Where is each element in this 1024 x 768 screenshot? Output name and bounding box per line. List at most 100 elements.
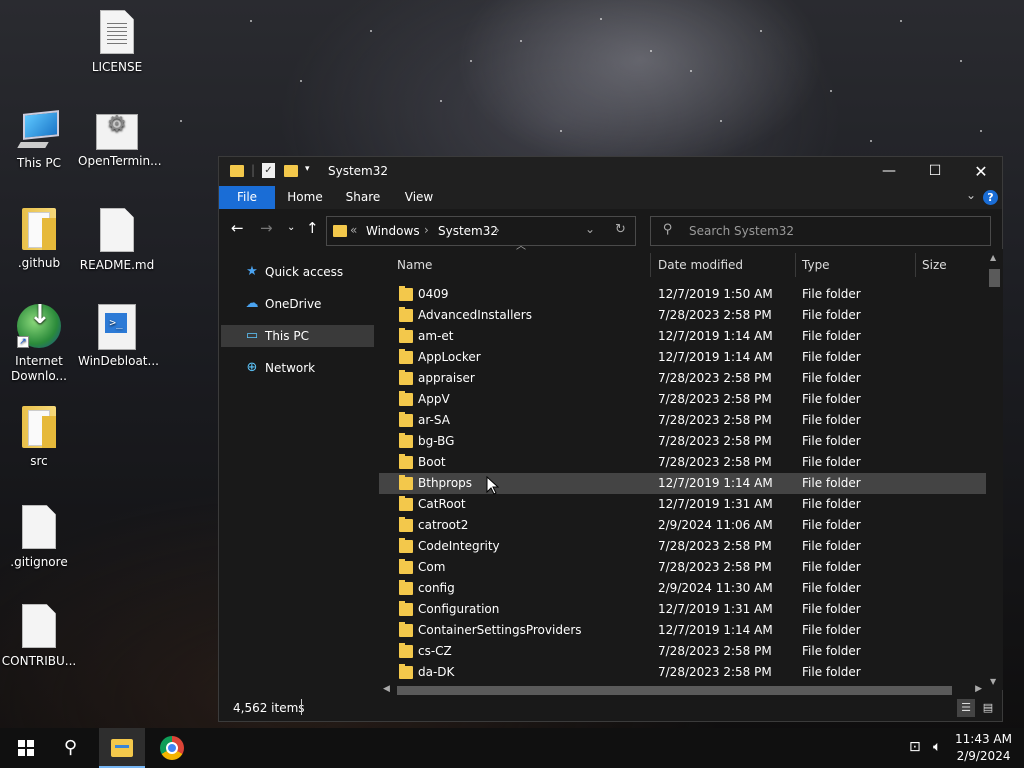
nav-item-network[interactable]: ⊕ Network — [221, 357, 374, 379]
column-divider[interactable] — [795, 253, 796, 277]
desktop-icon-license[interactable]: LICENSE — [78, 8, 156, 75]
column-divider[interactable] — [915, 253, 916, 277]
folder-icon — [22, 208, 56, 250]
address-bar[interactable]: « Windows › System32 › ⌄ ↻ — [326, 216, 636, 246]
table-row[interactable]: AppV 7/28/2023 2:58 PM File folder — [379, 389, 987, 410]
chevron-right-icon[interactable]: › — [495, 223, 500, 237]
taskbar-file-explorer[interactable] — [99, 728, 145, 768]
clock[interactable]: 11:43 AM 2/9/2024 — [955, 731, 1012, 765]
table-row[interactable]: config 2/9/2024 11:30 AM File folder — [379, 578, 987, 599]
up-arrow-icon[interactable]: ↑ — [306, 219, 319, 237]
address-history-icon[interactable]: ⌄ — [585, 222, 595, 236]
table-row[interactable]: Com 7/28/2023 2:58 PM File folder — [379, 557, 987, 578]
vertical-scrollbar[interactable]: ▲ ▼ — [986, 249, 1003, 690]
overflow-crumb[interactable]: « — [350, 223, 357, 237]
file-date-modified: 7/28/2023 2:58 PM — [658, 392, 772, 406]
desktop-icon-this-pc[interactable]: This PC — [0, 108, 78, 171]
taskbar-chrome[interactable] — [149, 728, 195, 768]
desktop-icon-src[interactable]: src — [0, 404, 78, 469]
divider: | — [251, 163, 256, 177]
scroll-down-icon[interactable]: ▼ — [990, 677, 996, 686]
expand-ribbon-icon[interactable]: ⌄ — [966, 188, 976, 202]
desktop-icon-gitignore[interactable]: .gitignore — [0, 503, 78, 570]
folder-icon — [399, 286, 413, 301]
chevron-right-icon[interactable]: › — [424, 223, 429, 237]
desktop-icon-windebloater[interactable]: WinDebloat... — [78, 304, 159, 369]
folder-icon — [399, 496, 413, 511]
table-row[interactable]: Boot 7/28/2023 2:58 PM File folder — [379, 452, 987, 473]
table-row[interactable]: catroot2 2/9/2024 11:06 AM File folder — [379, 515, 987, 536]
file-date-modified: 2/9/2024 11:06 AM — [658, 518, 773, 532]
tab-share[interactable]: Share — [339, 186, 387, 209]
table-row[interactable]: AppLocker 12/7/2019 1:14 AM File folder — [379, 347, 987, 368]
file-name: AppV — [418, 392, 450, 406]
desktop-icon-contributing[interactable]: CONTRIBU... — [0, 602, 78, 669]
mouse-cursor — [486, 476, 500, 495]
back-arrow-icon[interactable]: ← — [231, 219, 244, 237]
folder-icon — [399, 370, 413, 385]
column-divider[interactable] — [650, 253, 651, 277]
search-input[interactable] — [689, 223, 979, 239]
scrollbar-thumb[interactable] — [397, 686, 952, 695]
breadcrumb-windows[interactable]: Windows — [366, 224, 420, 238]
minimize-button[interactable]: — — [866, 157, 912, 186]
nav-item-onedrive[interactable]: ☁ OneDrive — [221, 293, 374, 315]
table-row[interactable]: da-DK 7/28/2023 2:58 PM File folder — [379, 662, 987, 683]
file-name: am-et — [418, 329, 454, 343]
table-row[interactable]: 0409 12/7/2019 1:50 AM File folder — [379, 284, 987, 305]
table-row[interactable]: ContainerSettingsProviders 12/7/2019 1:14… — [379, 620, 987, 641]
properties-icon[interactable]: ✓ — [262, 163, 275, 178]
tab-file[interactable]: File — [219, 186, 275, 209]
title-bar[interactable]: | ✓ ▾ System32 — ☐ ✕ — [219, 157, 1002, 186]
column-header-name[interactable]: Name — [397, 255, 432, 275]
desktop-icon-openterminal[interactable]: OpenTermin... — [78, 108, 162, 169]
tab-home[interactable]: Home — [281, 186, 329, 209]
file-type: File folder — [802, 434, 861, 448]
nav-item-quick-access[interactable]: ★ Quick access — [221, 261, 374, 283]
maximize-button[interactable]: ☐ — [912, 157, 958, 186]
scroll-up-icon[interactable]: ▲ — [990, 253, 996, 262]
table-row[interactable]: cs-CZ 7/28/2023 2:58 PM File folder — [379, 641, 987, 662]
scroll-right-icon[interactable]: ▶ — [975, 684, 982, 694]
customize-toolbar-icon[interactable]: ▾ — [305, 164, 310, 174]
table-row[interactable]: Bthprops 12/7/2019 1:14 AM File folder — [379, 473, 987, 494]
close-button[interactable]: ✕ — [958, 157, 1004, 186]
start-button[interactable] — [2, 728, 48, 768]
table-row[interactable]: bg-BG 7/28/2023 2:58 PM File folder — [379, 431, 987, 452]
column-header-type[interactable]: Type — [802, 255, 830, 275]
breadcrumb-system32[interactable]: System32 — [438, 224, 498, 238]
refresh-icon[interactable]: ↻ — [615, 222, 626, 237]
column-header-date-modified[interactable]: Date modified — [658, 255, 743, 275]
volume-muted-icon[interactable]: 🔈︎ — [933, 739, 941, 768]
cloud-icon: ☁ — [245, 296, 259, 311]
network-status-icon[interactable]: ⊡ — [909, 739, 921, 768]
folder-icon — [399, 664, 413, 679]
table-row[interactable]: ar-SA 7/28/2023 2:58 PM File folder — [379, 410, 987, 431]
file-date-modified: 7/28/2023 2:58 PM — [658, 455, 772, 469]
recent-locations-icon[interactable]: ⌄ — [287, 222, 295, 233]
table-row[interactable]: appraiser 7/28/2023 2:58 PM File folder — [379, 368, 987, 389]
table-row[interactable]: CatRoot 12/7/2019 1:31 AM File folder — [379, 494, 987, 515]
desktop-icon-internet-download-manager[interactable]: ↗ Internet Downlo... — [0, 304, 78, 384]
scroll-left-icon[interactable]: ◀ — [383, 684, 390, 694]
new-folder-icon[interactable] — [284, 165, 298, 177]
table-row[interactable]: AdvancedInstallers 7/28/2023 2:58 PM File … — [379, 305, 987, 326]
search-button[interactable]: ⚲ — [50, 728, 96, 768]
forward-arrow-icon[interactable]: → — [260, 219, 273, 237]
desktop-icon-github[interactable]: .github — [0, 206, 78, 271]
search-icon: ⚲ — [663, 222, 673, 237]
scrollbar-thumb[interactable] — [989, 269, 1000, 287]
help-icon[interactable]: ? — [983, 190, 998, 205]
desktop-icon-readme[interactable]: README.md — [78, 206, 156, 273]
tab-view[interactable]: View — [396, 186, 442, 209]
large-icons-view-icon[interactable]: ▤ — [979, 699, 997, 717]
table-row[interactable]: am-et 12/7/2019 1:14 AM File folder — [379, 326, 987, 347]
details-view-icon[interactable]: ☰ — [957, 699, 975, 717]
column-header-size[interactable]: Size — [922, 255, 947, 275]
nav-item-this-pc[interactable]: ▭ This PC — [221, 325, 374, 347]
table-row[interactable]: Configuration 12/7/2019 1:31 AM File folde… — [379, 599, 987, 620]
file-type: File folder — [802, 518, 861, 532]
table-row[interactable]: CodeIntegrity 7/28/2023 2:58 PM File folde… — [379, 536, 987, 557]
document-icon — [100, 10, 134, 54]
search-box[interactable]: ⚲ — [650, 216, 991, 246]
